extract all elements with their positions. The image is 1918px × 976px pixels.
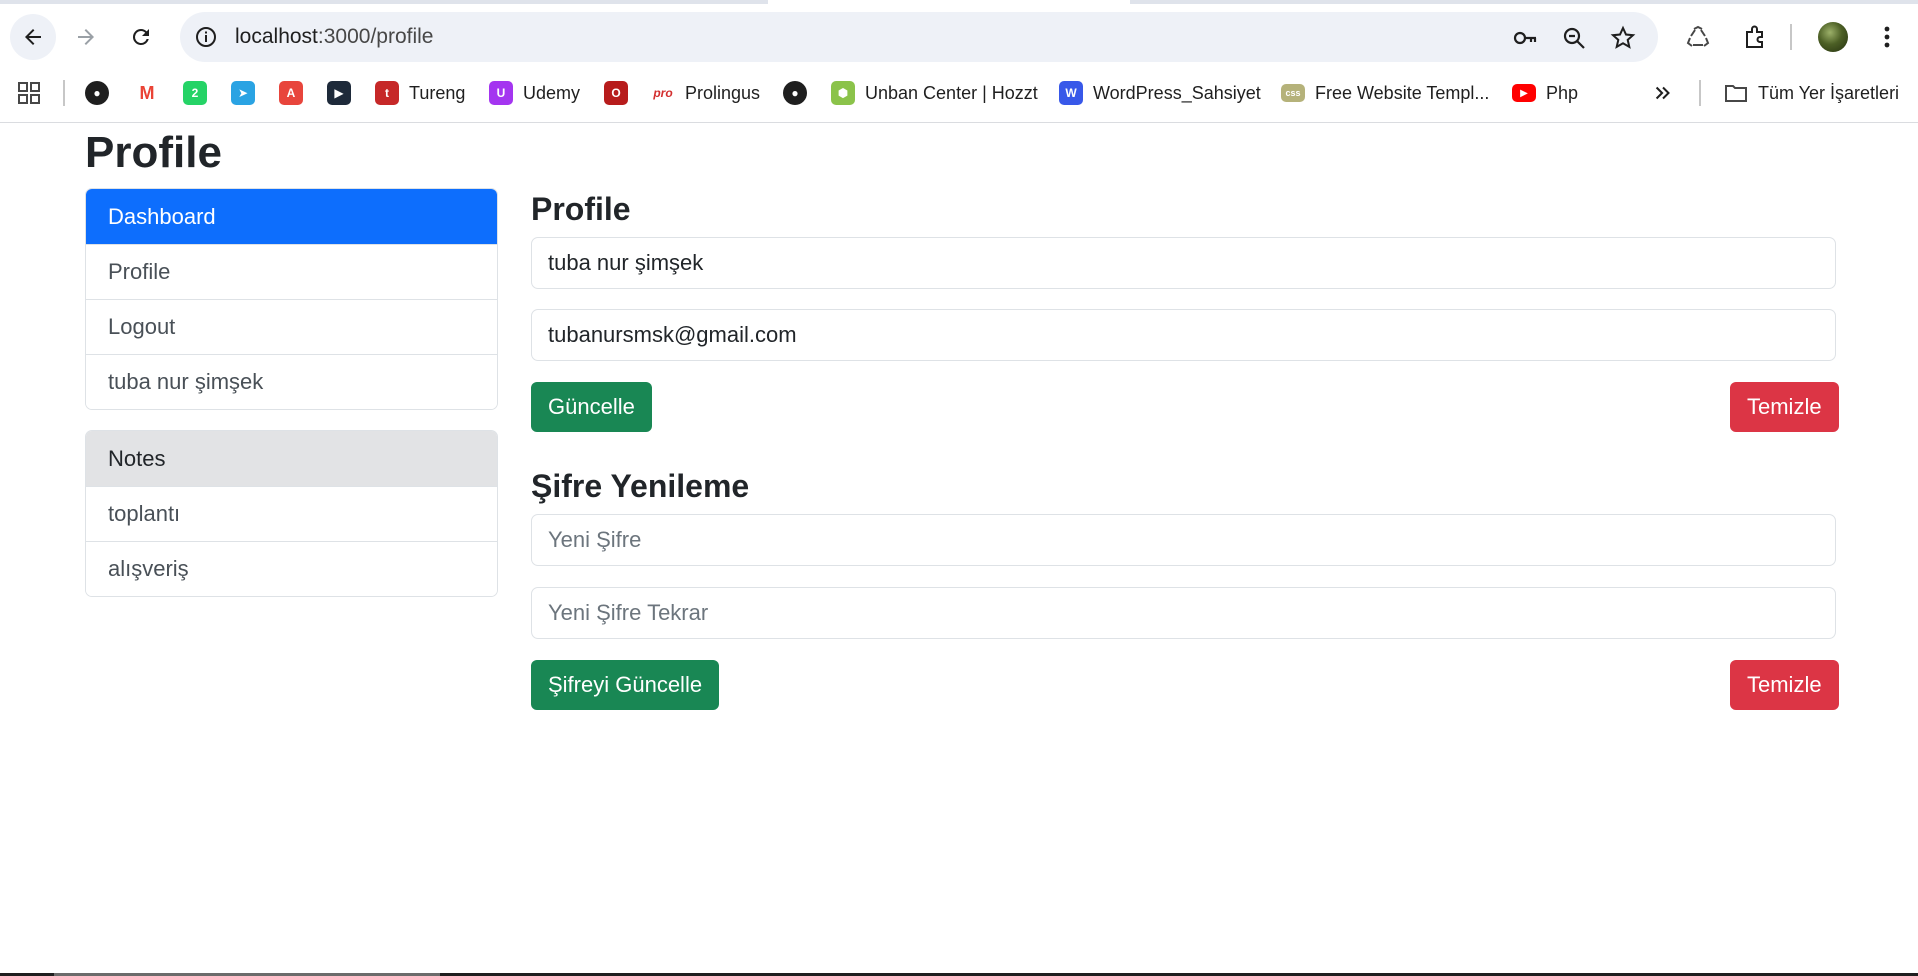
arrow-right-icon <box>78 29 94 45</box>
site-info-icon[interactable] <box>194 25 218 49</box>
udemy-icon: U <box>489 81 513 105</box>
whatsapp-icon: 2 <box>183 81 207 105</box>
bookmark-item[interactable]: ➤ <box>231 80 255 106</box>
profile-avatar[interactable] <box>1818 22 1848 52</box>
bookmark-label: Php <box>1546 82 1579 103</box>
hozzt-icon: ⬢ <box>831 81 855 105</box>
arrow-left-icon <box>25 29 41 45</box>
prolingus-icon: pro <box>653 86 673 100</box>
sidebar-menu: Dashboard Profile Logout tuba nur şimşek <box>85 188 498 410</box>
zoom-icon[interactable] <box>1561 25 1587 51</box>
url-text[interactable]: localhost:3000/profile <box>235 25 433 49</box>
sidebar-item-logout[interactable]: Logout <box>86 299 497 354</box>
forward-button[interactable] <box>63 14 109 60</box>
bookmark-label: Prolingus <box>685 82 761 103</box>
back-button[interactable] <box>10 14 56 60</box>
bookmarks-overflow-button[interactable] <box>1652 80 1674 106</box>
sidebar-item-user[interactable]: tuba nur şimşek <box>86 354 497 409</box>
bookmark-item[interactable]: t Tureng <box>375 80 465 106</box>
all-bookmarks-button[interactable]: Tüm Yer İşaretleri <box>1724 80 1899 106</box>
sidebar-item-dashboard[interactable]: Dashboard <box>86 189 497 244</box>
reload-button[interactable] <box>118 14 164 60</box>
css-icon: css <box>1281 84 1305 102</box>
bookmark-item[interactable]: pro Prolingus <box>651 80 760 106</box>
toolbar-divider <box>1790 24 1792 50</box>
gmail-icon: M <box>135 81 159 105</box>
bookmark-item[interactable]: A <box>279 80 303 106</box>
wordpress-icon: W <box>1059 81 1083 105</box>
new-password-input[interactable] <box>531 514 1836 566</box>
bookmarks-divider <box>63 80 65 106</box>
bookmark-label: Free Website Templ... <box>1315 82 1490 103</box>
notes-list: Notes toplantı alışveriş <box>85 430 498 597</box>
kebab-menu-icon[interactable] <box>1872 22 1902 52</box>
clear-password-button[interactable]: Temizle <box>1730 660 1839 710</box>
tureng-icon: t <box>375 81 399 105</box>
apps-grid-icon <box>18 82 40 104</box>
codepen-icon: ▶ <box>327 81 351 105</box>
bookmark-item[interactable]: ⬢ Unban Center | Hozzt <box>831 80 1038 106</box>
name-input[interactable] <box>531 237 1836 289</box>
password-section-title: Şifre Yenileme <box>531 468 750 504</box>
key-icon[interactable] <box>1512 25 1538 51</box>
update-profile-button[interactable]: Güncelle <box>531 382 652 432</box>
apps-button[interactable] <box>17 80 41 106</box>
double-chevron-right-icon <box>1655 86 1670 100</box>
profile-section-title: Profile <box>531 191 631 227</box>
reload-icon <box>132 28 149 45</box>
opera-icon: O <box>604 81 628 105</box>
translate-icon: A <box>279 81 303 105</box>
youtube-icon: ▶ <box>1512 84 1536 102</box>
bookmark-item[interactable]: ● <box>783 80 807 106</box>
bookmark-item[interactable]: ● <box>85 80 109 106</box>
bookmark-item[interactable]: W WordPress_Sahsiyet <box>1059 80 1261 106</box>
note-item[interactable]: alışveriş <box>86 541 497 596</box>
page-title: Profile <box>85 128 222 177</box>
all-bookmarks-label: Tüm Yer İşaretleri <box>1758 82 1900 103</box>
bookmarks-divider <box>1699 80 1701 106</box>
browser-chrome: localhost:3000/profile ● M 2 ➤ A ▶ t Ture <box>0 0 1918 123</box>
bookmark-label: Udemy <box>523 82 581 103</box>
bookmark-item[interactable]: css Free Website Templ... <box>1281 80 1489 106</box>
bookmark-item[interactable]: U Udemy <box>489 80 580 106</box>
bookmark-item[interactable]: ▶ Php <box>1512 80 1578 106</box>
bookmark-item[interactable]: ▶ <box>327 80 351 106</box>
bookmark-item[interactable]: O <box>604 80 628 106</box>
tab-strip <box>0 0 1918 4</box>
telegram-icon: ➤ <box>231 81 255 105</box>
bookmark-label: Tureng <box>409 82 466 103</box>
recycle-extension-icon[interactable] <box>1683 22 1713 52</box>
email-input[interactable] <box>531 309 1836 361</box>
folder-icon <box>1725 85 1747 102</box>
repeat-password-input[interactable] <box>531 587 1836 639</box>
notes-header: Notes <box>86 431 497 486</box>
bookmark-item[interactable]: 2 <box>183 80 207 106</box>
extensions-icon[interactable] <box>1740 22 1770 52</box>
bookmark-item[interactable]: M <box>135 80 159 106</box>
address-bar[interactable]: localhost:3000/profile <box>180 12 1658 62</box>
note-item[interactable]: toplantı <box>86 486 497 541</box>
clear-profile-button[interactable]: Temizle <box>1730 382 1839 432</box>
bookmark-label: WordPress_Sahsiyet <box>1093 82 1261 103</box>
bookmark-label: Unban Center | Hozzt <box>865 82 1038 103</box>
star-icon[interactable] <box>1610 25 1636 51</box>
update-password-button[interactable]: Şifreyi Güncelle <box>531 660 720 710</box>
github-icon: ● <box>85 81 109 105</box>
github-icon: ● <box>783 81 807 105</box>
sidebar-item-profile[interactable]: Profile <box>86 244 497 299</box>
